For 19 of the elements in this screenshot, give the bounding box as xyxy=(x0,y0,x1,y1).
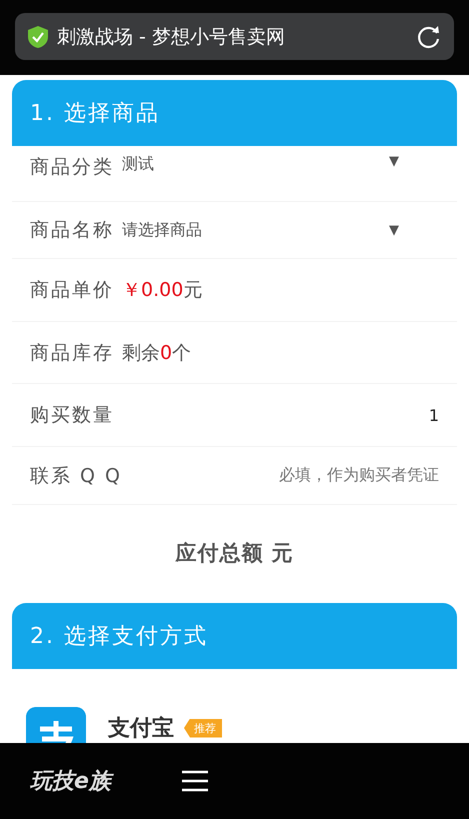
price-value: ￥0.00元 xyxy=(122,278,202,303)
menu-icon[interactable] xyxy=(180,769,209,793)
select-field[interactable]: 商品分类 测试 ▼ xyxy=(12,146,457,202)
total-amount: 应付总额 元 xyxy=(175,541,294,565)
quantity-field[interactable]: 1 xyxy=(428,406,439,424)
page-title: 刺激战场 - 梦想小号售卖网 xyxy=(57,24,286,50)
section-header: 1. 选择商品 xyxy=(12,80,457,146)
field-label: 联系 Q Q xyxy=(30,464,122,488)
address-bar[interactable]: 刺激战场 - 梦想小号售卖网 xyxy=(15,13,454,60)
field-label: 商品库存 xyxy=(30,340,114,366)
select-field[interactable]: 商品名称 请选择商品 ▼ xyxy=(12,202,457,259)
stock-value: 剩余0个 xyxy=(122,340,192,366)
reload-icon[interactable] xyxy=(416,24,442,50)
field-label: 商品单价 xyxy=(30,278,114,303)
qq-field[interactable]: 必填，作为购买者凭证 xyxy=(279,465,439,486)
recommend-badge: 推荐 xyxy=(184,718,222,738)
payment-option[interactable]: 支付宝 xyxy=(108,713,174,743)
section-header: 2. 选择支付方式 xyxy=(12,603,457,669)
field-label: 购买数量 xyxy=(30,403,114,428)
